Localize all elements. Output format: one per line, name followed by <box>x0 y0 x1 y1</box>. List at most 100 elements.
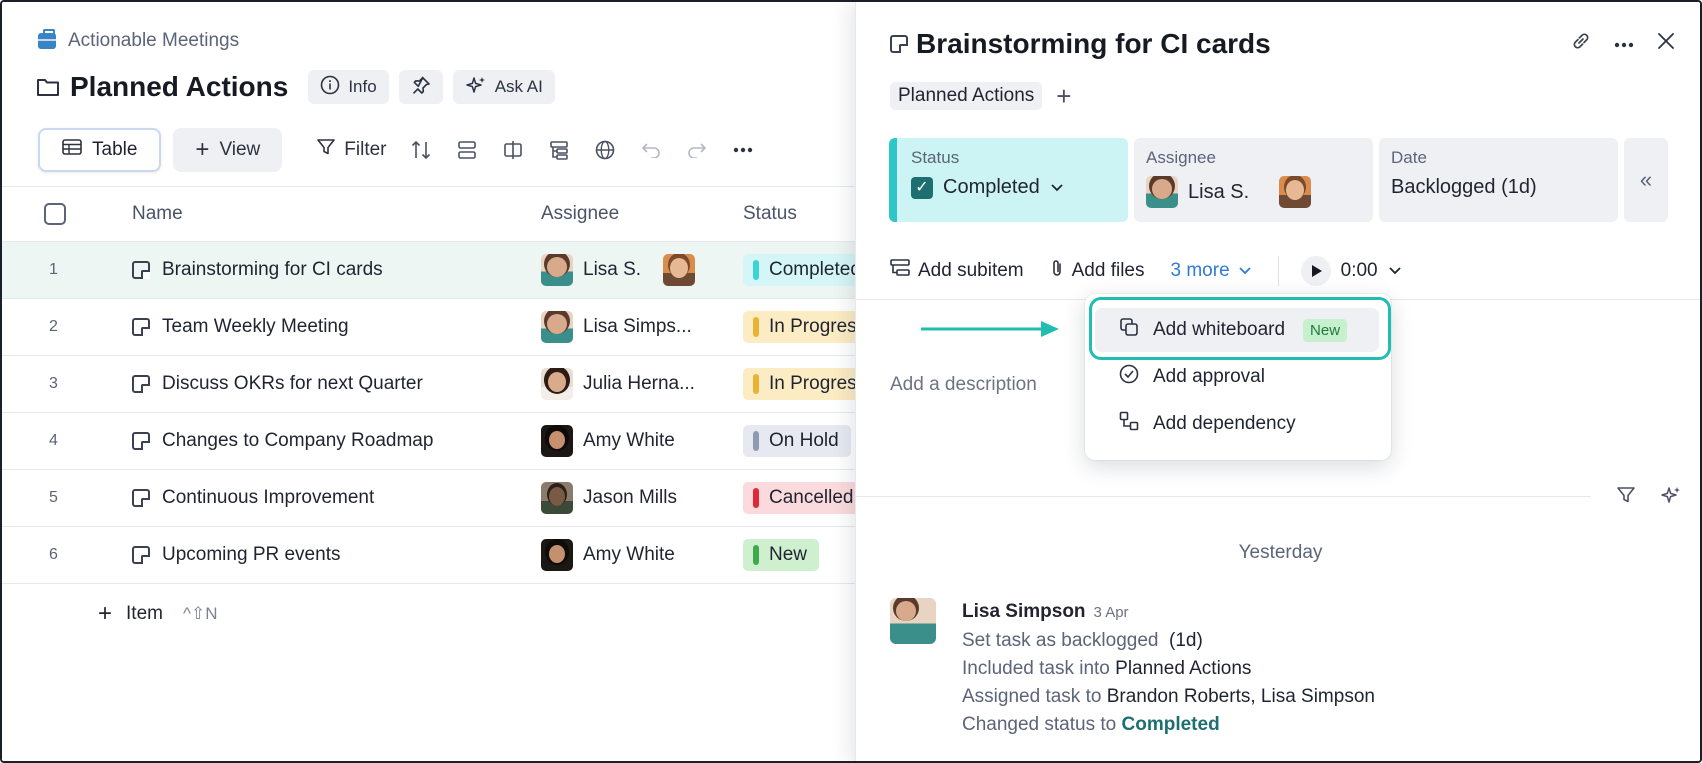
date-field[interactable]: Date Backlogged (1d) <box>1379 138 1618 222</box>
list-tag[interactable]: Planned Actions <box>890 82 1043 110</box>
status-label: In Progress <box>769 373 857 394</box>
note-icon <box>132 261 150 279</box>
status-badge[interactable]: Completed <box>743 254 857 286</box>
more-options-icon[interactable] <box>731 138 755 162</box>
status-label: In Progress <box>769 316 857 337</box>
column-header-assignee[interactable]: Assignee <box>541 203 743 225</box>
status-badge[interactable]: In Progress <box>743 311 857 343</box>
more-actions-dropdown[interactable]: 3 more <box>1171 260 1252 282</box>
hierarchy-icon[interactable] <box>547 138 571 162</box>
check-circle-icon <box>1119 364 1139 390</box>
group-icon[interactable] <box>455 138 479 162</box>
status-field[interactable]: Status ✓ Completed <box>889 138 1128 222</box>
add-files-button[interactable]: Add files <box>1050 258 1145 284</box>
row-number: 6 <box>49 546 58 563</box>
row-name: Continuous Improvement <box>162 487 375 508</box>
pin-button[interactable] <box>398 70 443 104</box>
table-row[interactable]: 6 Upcoming PR events Amy White New <box>2 527 857 584</box>
pin-icon <box>411 75 431 100</box>
page-title: Planned Actions <box>70 71 289 102</box>
add-view-button[interactable]: + View <box>173 128 283 172</box>
status-badge[interactable]: On Hold <box>743 425 851 457</box>
note-icon <box>132 489 150 507</box>
activity-line: Set task as backlogged (1d) <box>962 630 1203 651</box>
add-item-button[interactable]: + Item ^⇧N <box>98 602 217 626</box>
info-icon <box>320 75 340 100</box>
shortcut-hint: ^⇧N <box>182 604 218 623</box>
ask-ai-label: Ask AI <box>494 77 543 96</box>
annotation-arrow <box>921 321 1059 337</box>
more-actions-label: 3 more <box>1170 260 1230 281</box>
status-badge[interactable]: New <box>743 539 820 571</box>
field-cards: Status ✓ Completed Assignee Lisa S. Date… <box>889 138 1668 222</box>
add-item-label: Item <box>126 603 163 624</box>
status-label: On Hold <box>769 430 839 451</box>
row-name: Team Weekly Meeting <box>162 316 349 337</box>
add-tag-button[interactable]: + <box>1056 83 1071 109</box>
status-label: New <box>769 544 808 565</box>
column-header-status[interactable]: Status <box>743 203 857 225</box>
add-subitem-button[interactable]: Add subitem <box>890 259 1024 283</box>
assignee-field[interactable]: Assignee Lisa S. <box>1134 138 1373 222</box>
play-icon[interactable] <box>1300 256 1331 286</box>
note-icon <box>890 35 908 53</box>
activity-entry: Lisa Simpson 3 Apr Set task as backlogged… <box>890 598 1375 739</box>
column-header-name[interactable]: Name <box>132 203 541 225</box>
view-label: View <box>219 139 261 160</box>
panel-actions <box>1570 30 1676 57</box>
table-view-tab[interactable]: Table <box>38 128 162 172</box>
info-button[interactable]: Info <box>308 70 389 104</box>
sort-icon[interactable] <box>409 138 433 162</box>
table-row[interactable]: 3 Discuss OKRs for next Quarter Julia He… <box>2 356 857 413</box>
activity-author[interactable]: Lisa Simpson <box>962 601 1086 622</box>
row-number: 5 <box>49 489 58 506</box>
avatar <box>541 254 573 286</box>
row-name: Brainstorming for CI cards <box>162 259 383 280</box>
status-badge[interactable]: Cancelled <box>743 482 857 514</box>
note-icon <box>132 375 150 393</box>
panel-tags: Planned Actions + <box>890 82 1071 110</box>
filter-label: Filter <box>344 139 387 160</box>
note-icon <box>132 546 150 564</box>
redo-icon[interactable] <box>685 138 709 162</box>
row-number: 4 <box>49 432 58 449</box>
note-icon <box>132 432 150 450</box>
table-row[interactable]: 4 Changes to Company Roadmap Amy White O… <box>2 413 857 470</box>
chevron-down-icon <box>1050 176 1064 199</box>
info-label: Info <box>348 77 377 96</box>
avatar <box>541 539 573 571</box>
panel-title[interactable]: Brainstorming for CI cards <box>916 28 1271 60</box>
add-approval-menu-item[interactable]: Add approval <box>1095 355 1379 399</box>
time-tracker[interactable]: 0:00 <box>1300 256 1402 286</box>
plus-icon: + <box>195 136 210 163</box>
description-field[interactable]: Add a description <box>890 374 1037 396</box>
breadcrumb[interactable]: Actionable Meetings <box>38 29 239 52</box>
close-icon[interactable] <box>1656 31 1676 56</box>
sparkle-icon <box>465 75 487 100</box>
undo-icon[interactable] <box>639 138 663 162</box>
columns-icon[interactable] <box>501 138 525 162</box>
status-badge[interactable]: In Progress <box>743 368 857 400</box>
plus-icon: + <box>98 600 113 627</box>
avatar <box>541 482 573 514</box>
sparkle-icon[interactable] <box>1660 485 1682 510</box>
chevron-down-icon[interactable] <box>1388 260 1402 282</box>
collapse-fields-button[interactable]: « <box>1624 138 1668 222</box>
link-icon[interactable] <box>1570 30 1592 57</box>
filter-icon[interactable] <box>1616 485 1636 510</box>
timer-value: 0:00 <box>1340 260 1378 281</box>
table-row[interactable]: 5 Continuous Improvement Jason Mills Can… <box>2 470 857 527</box>
globe-icon[interactable] <box>593 138 617 162</box>
row-number: 1 <box>49 261 58 278</box>
add-dependency-menu-item[interactable]: Add dependency <box>1095 402 1379 446</box>
select-all-checkbox[interactable] <box>44 203 66 225</box>
row-number: 2 <box>49 318 58 335</box>
table-row[interactable]: 1 Brainstorming for CI cards Lisa S. Com… <box>2 242 857 299</box>
status-field-label: Status <box>911 148 960 167</box>
table-row[interactable]: 2 Team Weekly Meeting Lisa Simps... In P… <box>2 299 857 356</box>
more-options-icon[interactable] <box>1614 35 1634 53</box>
filter-button[interactable]: Filter <box>316 137 387 163</box>
ask-ai-button[interactable]: Ask AI <box>452 70 555 104</box>
table-label: Table <box>92 139 138 160</box>
menu-item-label: Add approval <box>1153 366 1265 387</box>
